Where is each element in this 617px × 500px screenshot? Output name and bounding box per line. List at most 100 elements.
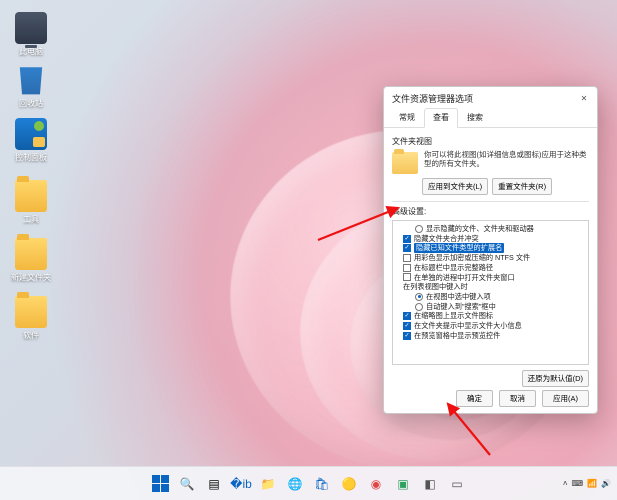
radio-icon xyxy=(415,293,423,301)
recycle-bin-icon xyxy=(15,64,47,96)
desktop-icon-folder[interactable]: 工具 xyxy=(6,180,56,225)
folder-views-buttons: 应用到文件夹(L) 重置文件夹(R) xyxy=(422,178,589,195)
option-label: 在单独的进程中打开文件夹窗口 xyxy=(414,273,515,283)
app-icon: ▭ xyxy=(451,477,462,491)
control-panel-icon xyxy=(15,118,47,150)
dialog-body: 文件夹视图 你可以将此视图(如详细信息或图标)应用于这种类型的所有文件夹。 应用… xyxy=(384,128,597,393)
folder-icon xyxy=(392,152,418,174)
taskbar-explorer[interactable]: 📁 xyxy=(257,473,279,495)
advanced-option[interactable]: ✓隐藏已知文件类型的扩展名 xyxy=(397,243,584,253)
advanced-option[interactable]: 用彩色显示加密或压缩的 NTFS 文件 xyxy=(397,253,584,263)
desktop-icon-label: 回收站 xyxy=(6,98,56,109)
advanced-option[interactable]: ✓隐藏文件夹合并冲突 xyxy=(397,234,584,244)
desktop-icon-folder[interactable]: 新建文件夹 xyxy=(6,238,56,283)
checkbox-icon: ✓ xyxy=(403,235,411,243)
taskview-icon: ▤ xyxy=(208,477,219,491)
chevron-up-icon[interactable]: ˄ xyxy=(563,479,568,488)
tab-view[interactable]: 查看 xyxy=(424,108,458,128)
dialog-footer: 确定 取消 应用(A) xyxy=(384,390,597,407)
restore-defaults-button[interactable]: 还原为默认值(D) xyxy=(522,370,589,387)
taskbar-app[interactable]: ▭ xyxy=(446,473,468,495)
advanced-option[interactable]: ✓在文件夹提示中显示文件大小信息 xyxy=(397,321,584,331)
desktop-icon-this-pc[interactable]: 此电脑 xyxy=(6,12,56,57)
app-icon: ◉ xyxy=(371,477,381,491)
option-label: 在缩略图上显示文件图标 xyxy=(414,311,493,321)
divider xyxy=(392,201,589,202)
radio-icon xyxy=(415,225,423,233)
advanced-option[interactable]: 在视图中选中键入项 xyxy=(397,292,584,302)
cancel-button[interactable]: 取消 xyxy=(499,390,536,407)
dialog-titlebar[interactable]: 文件资源管理器选项 ✕ xyxy=(384,87,597,107)
taskbar-app[interactable]: ◧ xyxy=(419,473,441,495)
taskbar-app[interactable]: ◉ xyxy=(365,473,387,495)
checkbox-icon xyxy=(403,264,411,272)
advanced-option[interactable]: 自动键入到"搜索"框中 xyxy=(397,302,584,312)
restore-row: 还原为默认值(D) xyxy=(392,370,589,387)
advanced-option[interactable]: 在列表视图中键入时 xyxy=(397,282,584,292)
app-icon: ▣ xyxy=(397,477,408,491)
tray-icons[interactable]: ˄ ⌨ 📶 🔊 xyxy=(563,479,611,488)
folder-views-row: 你可以将此视图(如详细信息或图标)应用于这种类型的所有文件夹。 xyxy=(392,150,589,174)
edge-icon: 🌐 xyxy=(288,477,303,491)
advanced-settings-list[interactable]: 显示隐藏的文件、文件夹和驱动器✓隐藏文件夹合并冲突✓隐藏已知文件类型的扩展名用彩… xyxy=(392,220,589,365)
taskbar-widgets[interactable]: �ib xyxy=(230,473,252,495)
input-icon[interactable]: ⌨ xyxy=(572,479,584,488)
advanced-option[interactable]: 在单独的进程中打开文件夹窗口 xyxy=(397,273,584,283)
widgets-icon: �ib xyxy=(230,477,252,491)
advanced-option[interactable]: ✓在预览窗格中显示预览控件 xyxy=(397,331,584,341)
taskbar-taskview[interactable]: ▤ xyxy=(203,473,225,495)
system-tray[interactable]: ˄ ⌨ 📶 🔊 xyxy=(563,466,611,500)
tab-general[interactable]: 常规 xyxy=(390,108,424,128)
desktop-icon-control-panel[interactable]: 控制面板 xyxy=(6,118,56,163)
reset-folders-button[interactable]: 重置文件夹(R) xyxy=(492,178,552,195)
app-icon: ◧ xyxy=(424,477,435,491)
folder-views-label: 文件夹视图 xyxy=(392,136,589,147)
taskbar-edge[interactable]: 🌐 xyxy=(284,473,306,495)
radio-icon xyxy=(415,303,423,311)
dialog-tabs: 常规 查看 搜索 xyxy=(384,107,597,128)
option-label: 隐藏文件夹合并冲突 xyxy=(414,234,479,244)
chrome-icon: 🟡 xyxy=(342,477,357,491)
taskbar-store[interactable]: 🛍 xyxy=(311,473,333,495)
desktop-icon-recycle-bin[interactable]: 回收站 xyxy=(6,64,56,109)
taskbar-app[interactable]: ▣ xyxy=(392,473,414,495)
tab-search[interactable]: 搜索 xyxy=(458,108,492,128)
search-icon: 🔍 xyxy=(180,477,195,491)
folder-icon xyxy=(15,238,47,270)
folder-icon xyxy=(15,296,47,328)
option-label: 在视图中选中键入项 xyxy=(426,292,491,302)
taskbar: 🔍 ▤ �ib 📁 🌐 🛍 🟡 ◉ ▣ ◧ ▭ ˄ ⌨ 📶 🔊 xyxy=(0,466,617,500)
desktop-icon-folder[interactable]: 软件 xyxy=(6,296,56,341)
advanced-option[interactable]: ✓在缩略图上显示文件图标 xyxy=(397,311,584,321)
desktop-icon-label: 新建文件夹 xyxy=(6,272,56,283)
start-button[interactable] xyxy=(149,473,171,495)
checkbox-icon xyxy=(403,254,411,262)
desktop-icon-label: 控制面板 xyxy=(6,152,56,163)
advanced-option[interactable]: 显示隐藏的文件、文件夹和驱动器 xyxy=(397,224,584,234)
folder-views-desc: 你可以将此视图(如详细信息或图标)应用于这种类型的所有文件夹。 xyxy=(424,150,589,169)
close-button[interactable]: ✕ xyxy=(577,91,591,105)
dialog-title: 文件资源管理器选项 xyxy=(392,92,473,105)
folder-options-dialog: 文件资源管理器选项 ✕ 常规 查看 搜索 文件夹视图 你可以将此视图(如详细信息… xyxy=(383,86,598,414)
folder-icon xyxy=(15,180,47,212)
option-label: 在标题栏中显示完整路径 xyxy=(414,263,493,273)
desktop: 此电脑 回收站 控制面板 工具 新建文件夹 软件 文件资源管理器选项 ✕ 常规 … xyxy=(0,0,617,500)
option-label: 显示隐藏的文件、文件夹和驱动器 xyxy=(426,224,534,234)
option-label: 在列表视图中键入时 xyxy=(403,282,468,292)
option-label: 隐藏已知文件类型的扩展名 xyxy=(414,243,504,253)
apply-to-folders-button[interactable]: 应用到文件夹(L) xyxy=(422,178,488,195)
taskbar-chrome[interactable]: 🟡 xyxy=(338,473,360,495)
taskbar-search[interactable]: 🔍 xyxy=(176,473,198,495)
apply-button[interactable]: 应用(A) xyxy=(542,390,589,407)
option-label: 自动键入到"搜索"框中 xyxy=(426,302,496,312)
windows-icon xyxy=(152,475,169,492)
store-icon: 🛍 xyxy=(314,477,329,491)
checkbox-icon: ✓ xyxy=(403,322,411,330)
advanced-option[interactable]: 在标题栏中显示完整路径 xyxy=(397,263,584,273)
checkbox-icon: ✓ xyxy=(403,332,411,340)
wifi-icon[interactable]: 📶 xyxy=(587,479,597,488)
volume-icon[interactable]: 🔊 xyxy=(601,479,611,488)
ok-button[interactable]: 确定 xyxy=(456,390,493,407)
desktop-icon-label: 软件 xyxy=(6,330,56,341)
checkbox-icon: ✓ xyxy=(403,244,411,252)
